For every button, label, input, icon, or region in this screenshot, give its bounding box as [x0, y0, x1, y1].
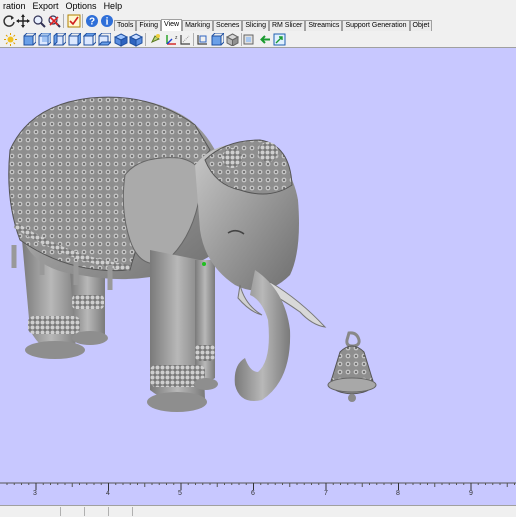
toolbar-separator: [82, 14, 83, 28]
import-icon[interactable]: [257, 32, 272, 47]
tab-tools[interactable]: Tools: [114, 20, 137, 31]
info-icon[interactable]: i: [99, 13, 114, 28]
tab-marking[interactable]: Marking: [182, 20, 213, 31]
rotate-icon[interactable]: [1, 13, 16, 28]
main-toolbar: ? i Tools Fixing View Marking Scenes Sli…: [0, 11, 516, 33]
tab-view[interactable]: View: [161, 19, 183, 31]
toolbar-separator: [193, 33, 194, 46]
menu-operation[interactable]: ration: [0, 1, 30, 11]
view-bottom-icon[interactable]: [97, 32, 112, 47]
menu-options[interactable]: Options: [63, 1, 101, 11]
tab-objet[interactable]: Objet: [409, 20, 433, 31]
status-panel: [60, 507, 61, 516]
toolbar-separator: [145, 33, 146, 46]
status-panel: [84, 507, 85, 516]
status-bar: [0, 505, 516, 517]
svg-text:?: ?: [88, 16, 94, 27]
zoom-in-icon[interactable]: [31, 13, 46, 28]
ruler-label: 3: [33, 490, 37, 497]
model-render: [8, 96, 377, 412]
bounding-box-icon[interactable]: [195, 32, 210, 47]
pan-icon[interactable]: [15, 13, 30, 28]
section-icon[interactable]: [178, 32, 193, 47]
export-view-icon[interactable]: [272, 32, 287, 47]
axes-icon[interactable]: z: [163, 32, 178, 47]
tab-support-generation[interactable]: Support Generation: [342, 20, 410, 31]
toolbar-separator: [63, 14, 64, 28]
tab-fixing[interactable]: Fixing: [136, 20, 162, 31]
status-panel: [132, 507, 133, 516]
view-top-icon[interactable]: [82, 32, 97, 47]
view-iso2-icon[interactable]: [128, 32, 143, 47]
ruler: 3 4 5 6 7 8 9: [0, 481, 516, 505]
ruler-label: 6: [251, 490, 255, 497]
help-icon[interactable]: ?: [84, 13, 99, 28]
tab-streamics[interactable]: Streamics: [305, 20, 343, 31]
menu-bar: ration Export Options Help: [0, 0, 516, 11]
menu-help[interactable]: Help: [101, 1, 127, 11]
view-back-icon[interactable]: [37, 32, 52, 47]
ruler-label: 8: [396, 490, 400, 497]
zoom-out-icon[interactable]: [46, 13, 61, 28]
ruler-label: 5: [178, 490, 182, 497]
tab-strip: Tools Fixing View Marking Scenes Slicing…: [114, 19, 433, 31]
bell-model: [327, 331, 377, 402]
ruler-label: 9: [469, 490, 473, 497]
elephant-model: [8, 96, 327, 412]
view-front-icon[interactable]: [22, 32, 37, 47]
view-left-icon[interactable]: [52, 32, 67, 47]
view-toolbar: z: [0, 32, 516, 48]
view-right-icon[interactable]: [67, 32, 82, 47]
menu-export[interactable]: Export: [30, 1, 63, 11]
checklist-icon[interactable]: [66, 13, 81, 28]
status-panel: [108, 507, 109, 516]
tab-slicing[interactable]: Slicing: [242, 20, 269, 31]
ruler-label: 4: [106, 490, 110, 497]
ruler-label: 7: [324, 490, 328, 497]
transparency-icon[interactable]: [225, 32, 240, 47]
view-cube-icon[interactable]: [210, 32, 225, 47]
3d-viewport[interactable]: [0, 48, 516, 481]
snapshot-icon[interactable]: [241, 32, 256, 47]
tab-scenes[interactable]: Scenes: [212, 20, 243, 31]
view-iso-icon[interactable]: [113, 32, 128, 47]
light-icon[interactable]: [148, 32, 163, 47]
svg-text:i: i: [105, 16, 108, 27]
tab-rm-slicer[interactable]: RM Slicer: [268, 20, 306, 31]
ruler-scale: [0, 482, 516, 490]
sun-icon[interactable]: [3, 32, 18, 47]
